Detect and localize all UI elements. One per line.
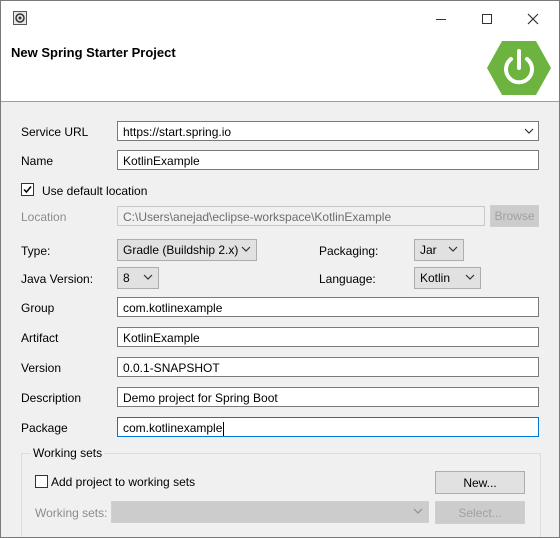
language-select[interactable]: Kotlin xyxy=(414,267,481,289)
artifact-field[interactable]: KotlinExample xyxy=(117,327,539,347)
service-url-combo[interactable]: https://start.spring.io xyxy=(117,121,539,141)
name-field[interactable]: KotlinExample xyxy=(117,150,539,170)
language-value: Kotlin xyxy=(420,271,451,285)
working-sets-select xyxy=(111,501,429,523)
chevron-down-icon xyxy=(448,246,458,252)
new-button-label: New... xyxy=(463,475,497,490)
version-field[interactable]: 0.0.1-SNAPSHOT xyxy=(117,357,539,377)
language-label: Language: xyxy=(319,272,376,286)
group-label: Group xyxy=(21,301,55,315)
location-field: C:\Users\anejad\eclipse-workspace\Kotlin… xyxy=(117,206,485,226)
working-sets-title: Working sets xyxy=(31,446,105,460)
packaging-value: Jar xyxy=(420,243,437,257)
add-to-working-sets-checkbox[interactable] xyxy=(35,475,48,488)
package-label: Package xyxy=(21,421,68,435)
browse-button-label: Browse xyxy=(494,209,535,223)
service-url-label: Service URL xyxy=(21,125,89,139)
group-value: com.kotlinexample xyxy=(123,301,223,315)
chevron-down-icon xyxy=(241,246,251,252)
name-label: Name xyxy=(21,154,54,168)
location-label: Location xyxy=(21,210,67,224)
artifact-label: Artifact xyxy=(21,331,59,345)
browse-button: Browse xyxy=(490,205,539,227)
group-field[interactable]: com.kotlinexample xyxy=(117,297,539,317)
name-value: KotlinExample xyxy=(123,154,200,168)
working-sets-group xyxy=(21,453,541,537)
description-field[interactable]: Demo project for Spring Boot xyxy=(117,387,539,407)
minimize-button[interactable] xyxy=(421,5,461,33)
minimize-icon xyxy=(436,19,446,20)
description-value: Demo project for Spring Boot xyxy=(123,391,278,405)
type-select[interactable]: Gradle (Buildship 2.x) xyxy=(117,239,257,261)
new-spring-starter-project-dialog: New Spring Starter Project Service URL h… xyxy=(0,0,560,538)
select-button-label: Select... xyxy=(458,505,502,520)
type-value: Gradle (Buildship 2.x) xyxy=(123,243,239,257)
eclipse-app-icon xyxy=(13,11,27,25)
artifact-value: KotlinExample xyxy=(123,331,200,345)
chevron-down-icon xyxy=(413,508,423,514)
version-value: 0.0.1-SNAPSHOT xyxy=(123,361,220,375)
checkmark-icon xyxy=(23,186,32,194)
package-field[interactable]: com.kotlinexample xyxy=(117,417,539,437)
chevron-down-icon xyxy=(524,128,534,134)
chevron-down-icon xyxy=(143,274,153,280)
working-sets-label: Working sets: xyxy=(35,506,108,520)
java-version-label: Java Version: xyxy=(21,272,94,286)
wizard-banner: New Spring Starter Project xyxy=(1,37,559,102)
text-caret xyxy=(223,421,225,436)
select-working-sets-button: Select... xyxy=(435,501,525,524)
chevron-down-icon xyxy=(465,274,475,280)
page-title: New Spring Starter Project xyxy=(11,45,176,60)
java-version-value: 8 xyxy=(123,271,130,285)
package-value: com.kotlinexample xyxy=(123,421,223,435)
maximize-icon xyxy=(482,14,492,24)
use-default-location-label[interactable]: Use default location xyxy=(42,184,147,198)
new-working-set-button[interactable]: New... xyxy=(435,471,525,494)
java-version-select[interactable]: 8 xyxy=(117,267,159,289)
use-default-location-checkbox[interactable] xyxy=(21,183,34,196)
type-label: Type: xyxy=(21,244,51,258)
add-to-working-sets-label[interactable]: Add project to working sets xyxy=(51,475,195,489)
version-label: Version xyxy=(21,361,62,375)
location-value: C:\Users\anejad\eclipse-workspace\Kotlin… xyxy=(123,210,392,224)
maximize-button[interactable] xyxy=(467,5,507,33)
description-label: Description xyxy=(21,391,82,405)
packaging-label: Packaging: xyxy=(319,244,379,258)
spring-boot-logo xyxy=(487,41,551,95)
title-bar[interactable] xyxy=(1,1,559,37)
service-url-value: https://start.spring.io xyxy=(123,125,232,139)
close-window-button[interactable] xyxy=(513,5,553,33)
packaging-select[interactable]: Jar xyxy=(414,239,464,261)
close-icon xyxy=(527,13,539,25)
